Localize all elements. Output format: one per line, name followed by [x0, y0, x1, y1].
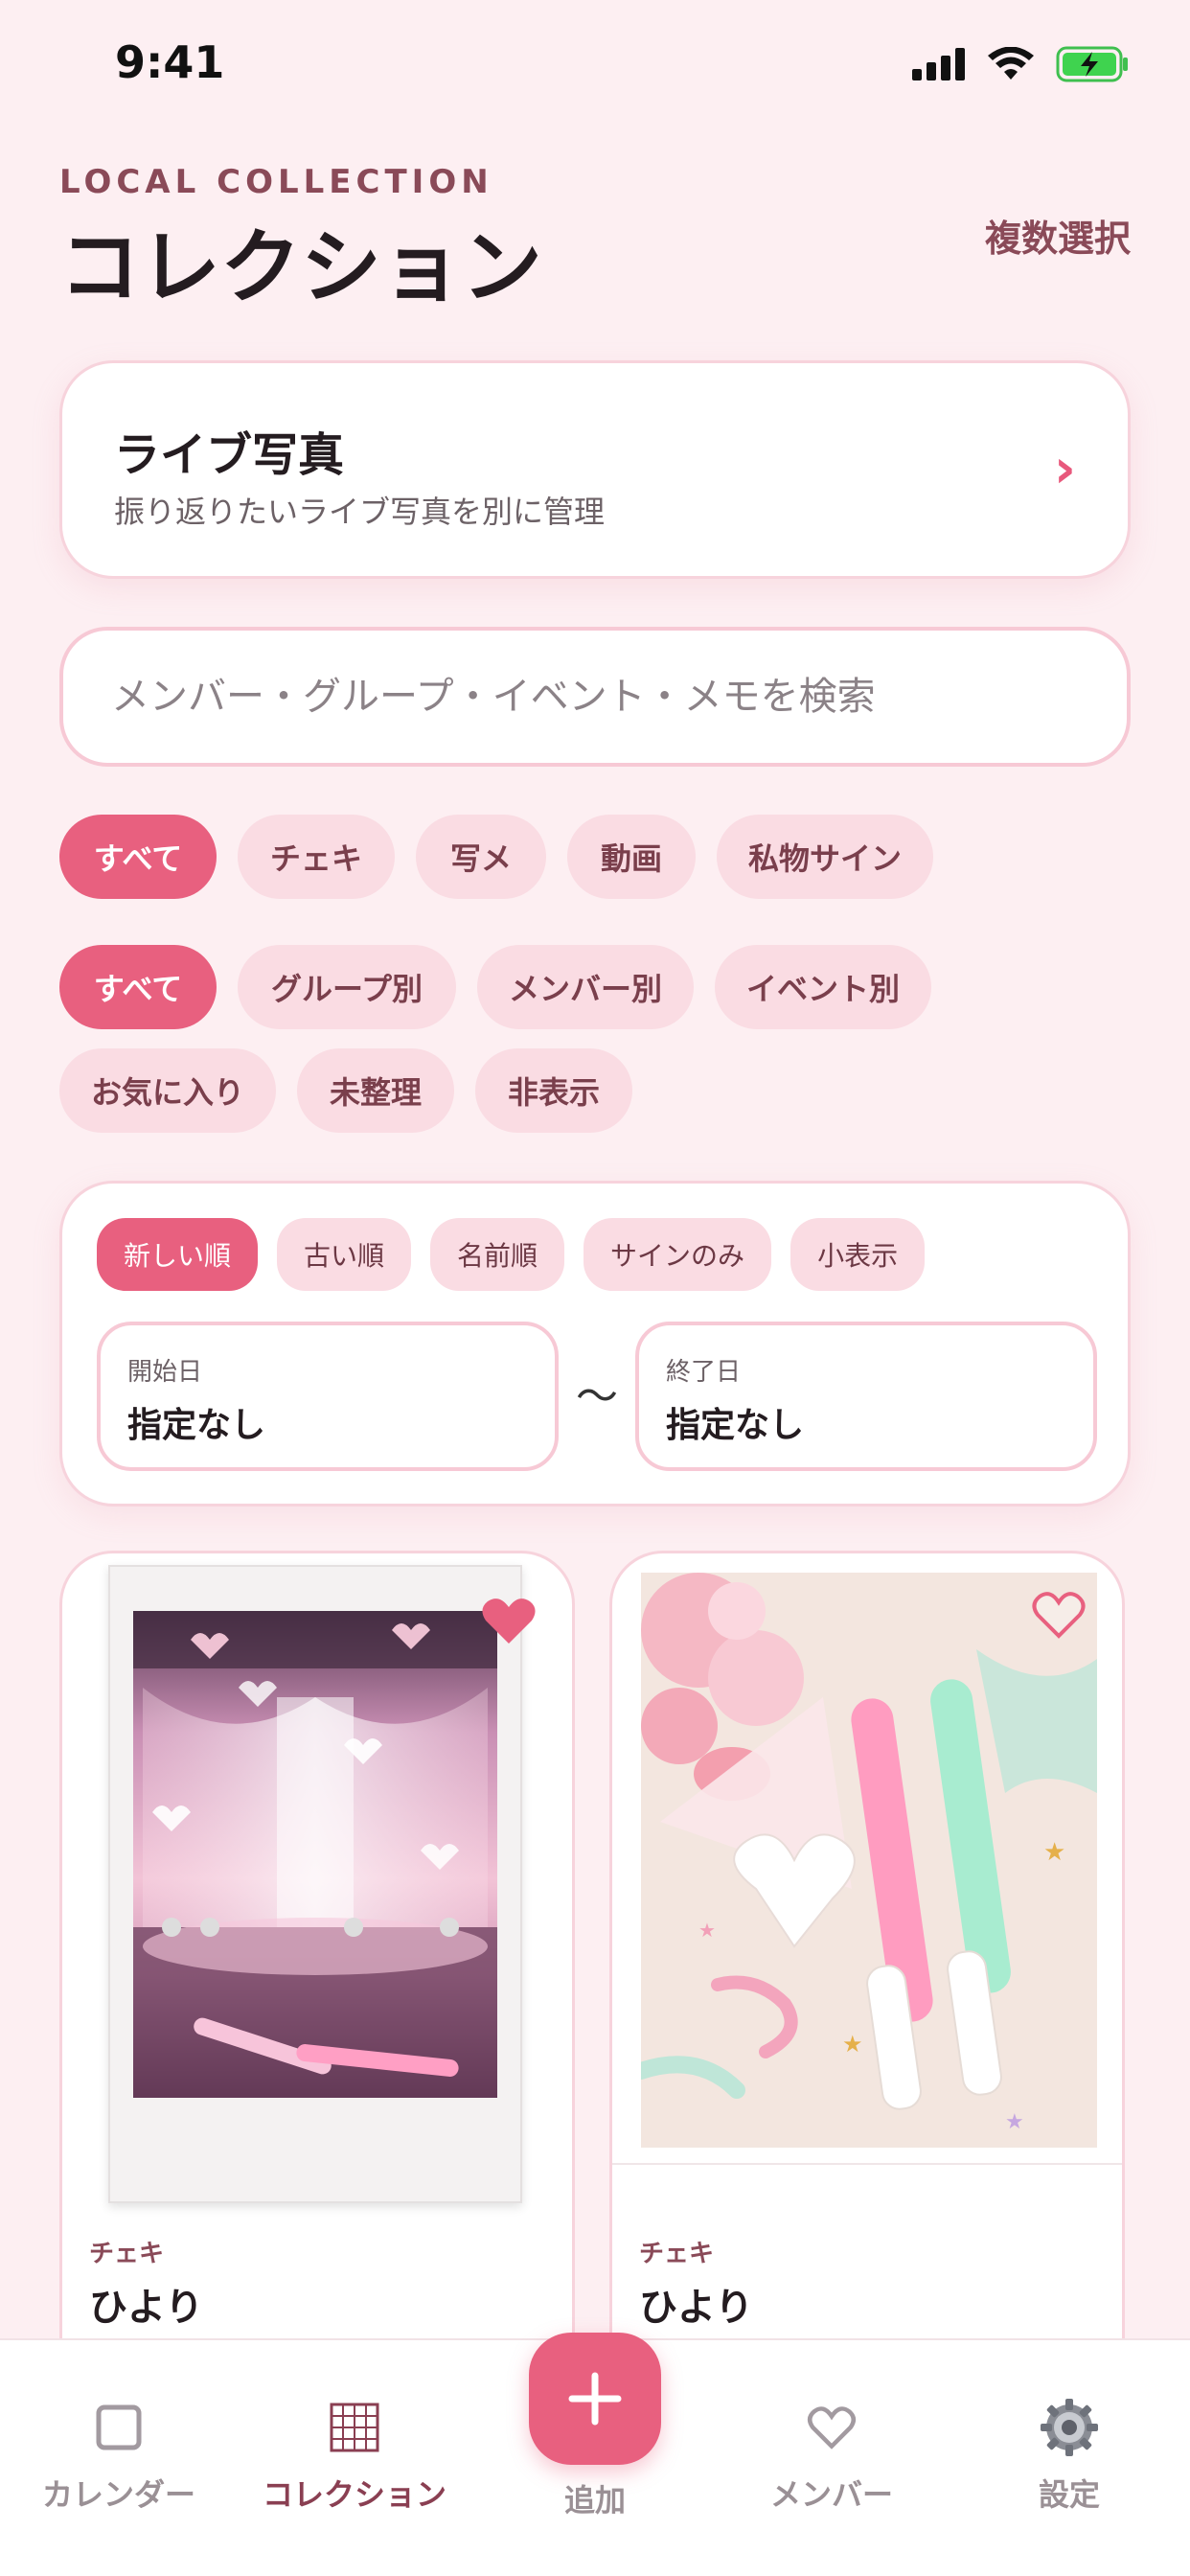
- end-date-field[interactable]: 終了日 指定なし: [635, 1322, 1097, 1471]
- sort-date-panel: 新しい順 古い順 名前順 サインのみ 小表示 開始日 指定なし 〜 終了日 指定…: [59, 1181, 1131, 1506]
- collection-card[interactable]: チェキ ひより 画像枚数 1枚 / チェキ枚数 1枚: [59, 1551, 575, 2356]
- signal-icon: [912, 48, 965, 80]
- sort-signed-only[interactable]: サインのみ: [584, 1218, 772, 1291]
- stage-photo: [133, 1611, 497, 2098]
- live-photo-subtitle: 振り返りたいライブ写真を別に管理: [114, 494, 606, 530]
- tab-bar: カレンダー コレクション 追加 メンバー 設定: [0, 2333, 1190, 2576]
- type-filter-autograph[interactable]: 私物サイン: [717, 815, 933, 899]
- live-photo-card[interactable]: ライブ写真 振り返りたいライブ写真を別に管理 ›: [59, 360, 1131, 579]
- page-eyebrow: LOCAL COLLECTION: [59, 163, 493, 201]
- lightstick-photo: ★ ★ ★ ★: [641, 1573, 1097, 2148]
- filter-favorites[interactable]: お気に入り: [59, 1048, 276, 1133]
- type-filter-photo[interactable]: 写メ: [416, 815, 546, 899]
- group-filter-by-member[interactable]: メンバー別: [477, 945, 694, 1029]
- search-input[interactable]: [59, 627, 1131, 767]
- collection-card[interactable]: ★ ★ ★ ★ チェキ ひより 画像枚数 1枚 / チェキ枚数 2枚: [609, 1551, 1125, 2356]
- live-photo-title: ライブ写真: [114, 428, 345, 482]
- grid-icon: [330, 2403, 379, 2452]
- end-date-value: 指定なし: [666, 1406, 805, 1445]
- type-filter-all[interactable]: すべて: [59, 815, 217, 899]
- wifi-icon: [988, 47, 1034, 80]
- heart-icon: [808, 2406, 856, 2450]
- card-member-name: ひより: [89, 2286, 204, 2330]
- page-title: コレクション: [59, 220, 543, 314]
- start-date-label: 開始日: [127, 1358, 203, 1387]
- svg-text:★: ★: [698, 1919, 716, 1942]
- tab-calendar[interactable]: カレンダー: [23, 2394, 215, 2515]
- multi-select-button[interactable]: 複数選択: [985, 209, 1131, 262]
- filter-unsorted[interactable]: 未整理: [297, 1048, 454, 1133]
- sort-compact-view[interactable]: 小表示: [790, 1218, 926, 1291]
- chevron-right-icon: ›: [1053, 438, 1076, 500]
- favorite-heart-filled-icon[interactable]: [480, 1594, 538, 1647]
- tab-settings-label: 設定: [1038, 2476, 1100, 2513]
- sort-options: 新しい順 古い順 名前順 サインのみ 小表示: [97, 1218, 926, 1291]
- svg-text:★: ★: [842, 2031, 863, 2058]
- type-filter-row: すべて チェキ 写メ 動画 私物サイン: [59, 815, 933, 899]
- start-date-value: 指定なし: [127, 1406, 266, 1445]
- sort-newest[interactable]: 新しい順: [97, 1218, 259, 1291]
- group-filter-all[interactable]: すべて: [59, 945, 217, 1029]
- start-date-field[interactable]: 開始日 指定なし: [97, 1322, 559, 1471]
- filter-hidden[interactable]: 非表示: [475, 1048, 632, 1133]
- tab-collection[interactable]: コレクション: [259, 2394, 450, 2515]
- type-filter-video[interactable]: 動画: [567, 815, 696, 899]
- sort-oldest[interactable]: 古い順: [277, 1218, 412, 1291]
- card-type-label: チェキ: [89, 2240, 165, 2268]
- group-filter-row: すべて グループ別 メンバー別 イベント別: [59, 945, 931, 1029]
- add-label: 追加: [563, 2482, 626, 2518]
- cheki-frame: [108, 1565, 536, 2203]
- gear-icon: [1041, 2399, 1098, 2456]
- calendar-icon: [96, 2404, 142, 2450]
- tab-collection-label: コレクション: [262, 2476, 446, 2513]
- tab-calendar-label: カレンダー: [41, 2476, 195, 2513]
- plus-icon: [568, 2372, 622, 2426]
- status-icons: [912, 46, 1131, 82]
- card-member-name: ひより: [639, 2286, 754, 2330]
- sort-name[interactable]: 名前順: [430, 1218, 565, 1291]
- card-divider: [612, 2163, 1122, 2165]
- date-range-separator: 〜: [576, 1372, 618, 1421]
- card-type-label: チェキ: [639, 2240, 715, 2268]
- misc-filter-row: お気に入り 未整理 非表示: [59, 1048, 632, 1133]
- status-bar: 9:41: [0, 0, 1190, 125]
- tab-members-label: メンバー: [769, 2476, 893, 2513]
- group-filter-by-event[interactable]: イベント別: [715, 945, 931, 1029]
- favorite-heart-outline-icon[interactable]: [1030, 1588, 1087, 1642]
- tab-settings[interactable]: 設定: [973, 2394, 1165, 2515]
- svg-text:★: ★: [1043, 1838, 1065, 1867]
- battery-icon: [1056, 46, 1128, 82]
- type-filter-cheki[interactable]: チェキ: [238, 815, 395, 899]
- svg-text:★: ★: [1005, 2110, 1024, 2134]
- tab-members[interactable]: メンバー: [736, 2394, 927, 2515]
- group-filter-by-group[interactable]: グループ別: [238, 945, 456, 1029]
- end-date-label: 終了日: [666, 1358, 742, 1387]
- status-time: 9:41: [115, 36, 225, 88]
- add-button[interactable]: [529, 2333, 661, 2465]
